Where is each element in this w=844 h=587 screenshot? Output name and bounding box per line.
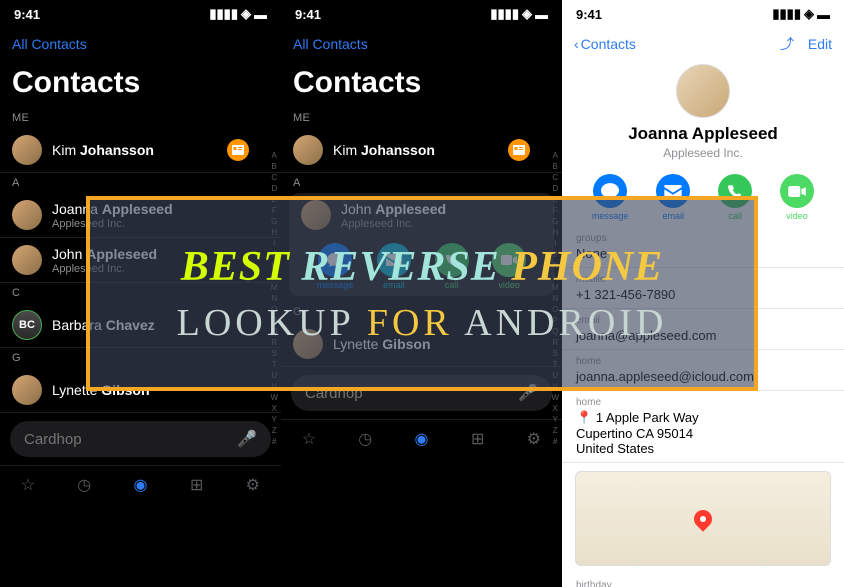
signal-icon: ▮▮▮▮ [209, 6, 238, 22]
tab-favorites[interactable]: ☆ [17, 474, 39, 496]
contact-row-kim[interactable]: Kim Johansson [281, 128, 562, 173]
avatar [12, 245, 42, 275]
contact-company: Appleseed Inc. [663, 146, 742, 160]
tab-birthdays[interactable]: ⊞ [186, 474, 208, 496]
section-a: A [281, 173, 562, 193]
map-pin-icon [690, 506, 715, 531]
tab-contacts[interactable]: ◉ [410, 428, 432, 450]
nav-bar: All Contacts [0, 24, 281, 64]
wifi-icon: ◈ [241, 6, 251, 22]
contact-row-kim[interactable]: Kim Johansson [0, 128, 281, 173]
battery-icon: ▬ [254, 7, 267, 22]
tab-bar: ☆ ◷ ◉ ⊞ ⚙ [0, 465, 281, 504]
avatar-initials: BC [12, 310, 42, 340]
tab-recents[interactable]: ◷ [354, 428, 376, 450]
contact-name: Kim Johansson [333, 142, 435, 158]
section-me: ME [0, 108, 281, 128]
search-bar[interactable]: 🎤 [10, 421, 271, 457]
tab-favorites[interactable]: ☆ [298, 428, 320, 450]
avatar [293, 135, 323, 165]
status-time: 9:41 [14, 7, 40, 22]
search-input[interactable] [24, 431, 229, 448]
section-me: ME [281, 108, 562, 128]
field-address[interactable]: home 📍 1 Apple Park Way Cupertino CA 950… [562, 391, 844, 463]
tab-birthdays[interactable]: ⊞ [467, 428, 489, 450]
map-view[interactable] [575, 471, 831, 566]
edit-button[interactable]: Edit [808, 36, 832, 52]
tab-recents[interactable]: ◷ [73, 474, 95, 496]
avatar [12, 135, 42, 165]
tab-settings[interactable]: ⚙ [242, 474, 264, 496]
overlay-line-1: BEST REVERSE PHONE [181, 243, 664, 291]
back-button[interactable]: ‹ Contacts [574, 36, 636, 52]
avatar [12, 200, 42, 230]
contact-name: Kim Johansson [52, 142, 154, 158]
tab-settings[interactable]: ⚙ [523, 428, 545, 450]
share-icon[interactable]: ⤴ [780, 34, 794, 54]
avatar-large [676, 64, 730, 118]
overlay-line-2: LOOKUP FOR ANDROID [177, 301, 668, 345]
mic-icon[interactable]: 🎤 [237, 429, 257, 449]
tab-bar: ☆ ◷ ◉ ⊞ ⚙ [281, 419, 562, 458]
all-contacts-link[interactable]: All Contacts [12, 36, 87, 52]
contact-name: Joanna Appleseed [628, 124, 778, 144]
status-time: 9:41 [576, 7, 602, 22]
all-contacts-link[interactable]: All Contacts [293, 36, 368, 52]
action-video[interactable]: video [780, 174, 814, 221]
contact-header: Joanna Appleseed Appleseed Inc. [562, 64, 844, 168]
chevron-left-icon: ‹ [574, 36, 579, 52]
page-title: Contacts [281, 64, 562, 108]
field-birthday: birthday [562, 574, 844, 587]
status-bar: 9:41 ▮▮▮▮ ◈ ▬ [0, 0, 281, 24]
tab-contacts[interactable]: ◉ [129, 474, 151, 496]
card-badge-icon [508, 139, 530, 161]
status-time: 9:41 [295, 7, 321, 22]
avatar [12, 375, 42, 405]
status-icons: ▮▮▮▮ ◈ ▬ [209, 6, 267, 22]
page-title: Contacts [0, 64, 281, 108]
section-a: A [0, 173, 281, 193]
status-icons: ▮▮▮▮◈▬ [772, 6, 830, 22]
status-bar: 9:41 ▮▮▮▮◈▬ [281, 0, 562, 24]
status-bar: 9:41 ▮▮▮▮◈▬ [562, 0, 844, 24]
status-icons: ▮▮▮▮◈▬ [490, 6, 548, 22]
card-badge-icon [227, 139, 249, 161]
title-overlay: BEST REVERSE PHONE LOOKUP FOR ANDROID [86, 196, 758, 391]
nav-bar: ‹ Contacts ⤴ Edit [562, 24, 844, 64]
nav-bar: All Contacts [281, 24, 562, 64]
location-pin-icon: 📍 [576, 410, 592, 425]
